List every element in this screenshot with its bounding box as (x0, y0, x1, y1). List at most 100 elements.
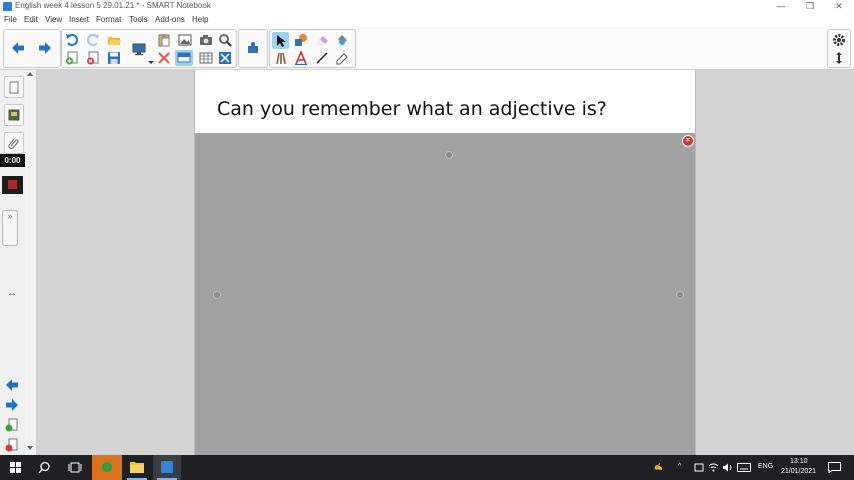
taskbar-file-explorer[interactable] (123, 455, 151, 480)
scroll-up-icon[interactable] (27, 72, 33, 76)
page-sorter-tab[interactable] (4, 76, 24, 98)
taskbar-app-recorder[interactable] (92, 455, 122, 480)
text-a-icon (295, 51, 307, 65)
insert-table-button[interactable] (199, 51, 213, 65)
save-button[interactable] (107, 51, 121, 65)
eraser-tool[interactable] (315, 33, 329, 47)
sidebar-scrollbar[interactable] (25, 70, 37, 455)
shade-handle-top[interactable] (445, 151, 453, 159)
wifi-icon[interactable] (708, 463, 719, 474)
insert-image-button[interactable] (178, 33, 192, 47)
clock-time[interactable]: 13:10 (790, 458, 808, 465)
add-page-icon (66, 51, 78, 65)
clock-date[interactable]: 21/01/2021 (781, 468, 816, 475)
restore-button[interactable]: ❐ (795, 0, 825, 14)
screen-capture-button[interactable] (199, 33, 213, 47)
windows-start-icon[interactable] (10, 462, 21, 473)
redo-button[interactable] (86, 33, 100, 47)
screen-shade-button[interactable] (175, 50, 193, 66)
magic-pen-tool[interactable] (335, 51, 349, 65)
sidebar-collapse-handle[interactable]: » (2, 210, 18, 246)
notifications-icon[interactable] (828, 462, 841, 475)
properties-button[interactable] (218, 33, 232, 47)
arrow-left-icon (6, 379, 18, 391)
screen-display-button[interactable] (132, 42, 146, 56)
shapes-tool[interactable] (294, 33, 308, 47)
settings-button[interactable] (832, 33, 846, 47)
document-tools-group (61, 29, 237, 68)
input-language[interactable]: ENG (758, 463, 773, 470)
delete-page-button[interactable] (86, 51, 100, 65)
select-tool[interactable] (272, 32, 289, 49)
menu-view[interactable]: View (45, 15, 62, 24)
sidebar-delete-page-button[interactable] (5, 438, 19, 452)
menu-insert[interactable]: Insert (69, 15, 89, 24)
close-window-button[interactable]: ✕ (824, 0, 854, 14)
fit-screen-icon (219, 52, 231, 64)
shapes-icon (295, 34, 307, 46)
sidebar-previous-page-button[interactable] (5, 378, 19, 392)
redo-icon (87, 34, 99, 46)
onedrive-icon[interactable] (694, 463, 704, 474)
delete-page-icon (5, 438, 18, 452)
menu-edit[interactable]: Edit (24, 15, 38, 24)
eraser-icon (317, 36, 328, 46)
shade-handle-right[interactable] (676, 291, 684, 299)
task-view-icon[interactable] (68, 462, 82, 475)
notebook-page[interactable]: Can you remember what an adjective is? × (194, 70, 696, 455)
screen-shade[interactable] (195, 133, 695, 455)
show-hidden-icons-icon[interactable]: ^ (678, 463, 681, 470)
delete-button[interactable] (157, 51, 171, 65)
keyboard-icon[interactable] (737, 463, 751, 474)
menu-format[interactable]: Format (96, 15, 121, 24)
gallery-tab[interactable] (4, 104, 24, 126)
shade-close-button[interactable]: × (682, 135, 694, 147)
volume-icon[interactable] (722, 463, 733, 474)
puzzle-piece-icon (248, 42, 258, 53)
add-page-button[interactable] (65, 51, 79, 65)
fit-to-screen-button[interactable] (218, 51, 232, 65)
drawing-tools-group (269, 29, 356, 68)
dropdown-arrow-icon[interactable] (148, 61, 154, 64)
picture-icon (178, 34, 192, 46)
previous-page-button[interactable] (11, 41, 25, 55)
sidebar-next-page-button[interactable] (5, 398, 19, 412)
paperclip-icon (8, 138, 19, 149)
line-icon (316, 52, 328, 64)
line-tool[interactable] (315, 51, 329, 65)
timer-stop-button[interactable] (2, 176, 23, 194)
table-icon (199, 52, 213, 64)
page-heading[interactable]: Can you remember what an adjective is? (217, 98, 607, 120)
sidebar-resize-icon[interactable]: ↔ (7, 288, 17, 299)
pens-icon (276, 52, 286, 65)
add-ons-group (238, 29, 268, 68)
smart-notebook-app-icon (3, 2, 12, 11)
pens-tool[interactable] (274, 51, 288, 65)
next-page-button[interactable] (38, 41, 52, 55)
gear-search-icon (219, 34, 232, 47)
search-icon[interactable] (38, 461, 51, 476)
fill-tool[interactable] (335, 33, 349, 47)
shade-handle-left[interactable] (213, 291, 221, 299)
paste-button[interactable] (157, 33, 171, 47)
paint-bucket-icon (338, 35, 347, 45)
pen-ink-icon[interactable]: ✍ (654, 463, 663, 471)
windows-taskbar: ✍ ^ ENG 13:10 21/01/2021 (0, 455, 854, 480)
add-page-icon (5, 418, 18, 432)
menu-help[interactable]: Help (192, 15, 208, 24)
move-toolbar-button[interactable] (832, 51, 846, 65)
scroll-down-icon[interactable] (27, 446, 33, 450)
undo-button[interactable] (65, 33, 79, 47)
page-sorter-icon (9, 81, 19, 93)
menu-tools[interactable]: Tools (129, 15, 148, 24)
sidebar-add-page-button[interactable] (5, 418, 19, 432)
add-ons-button[interactable] (246, 41, 260, 55)
menu-file[interactable]: File (4, 15, 17, 24)
open-file-button[interactable] (107, 33, 121, 47)
minimize-button[interactable]: — (766, 0, 796, 14)
text-tool[interactable] (294, 51, 308, 65)
attachments-tab[interactable] (4, 132, 24, 154)
taskbar-smart-notebook[interactable] (153, 455, 181, 480)
menu-add-ons[interactable]: Add-ons (155, 15, 185, 24)
delete-page-icon (87, 51, 99, 65)
